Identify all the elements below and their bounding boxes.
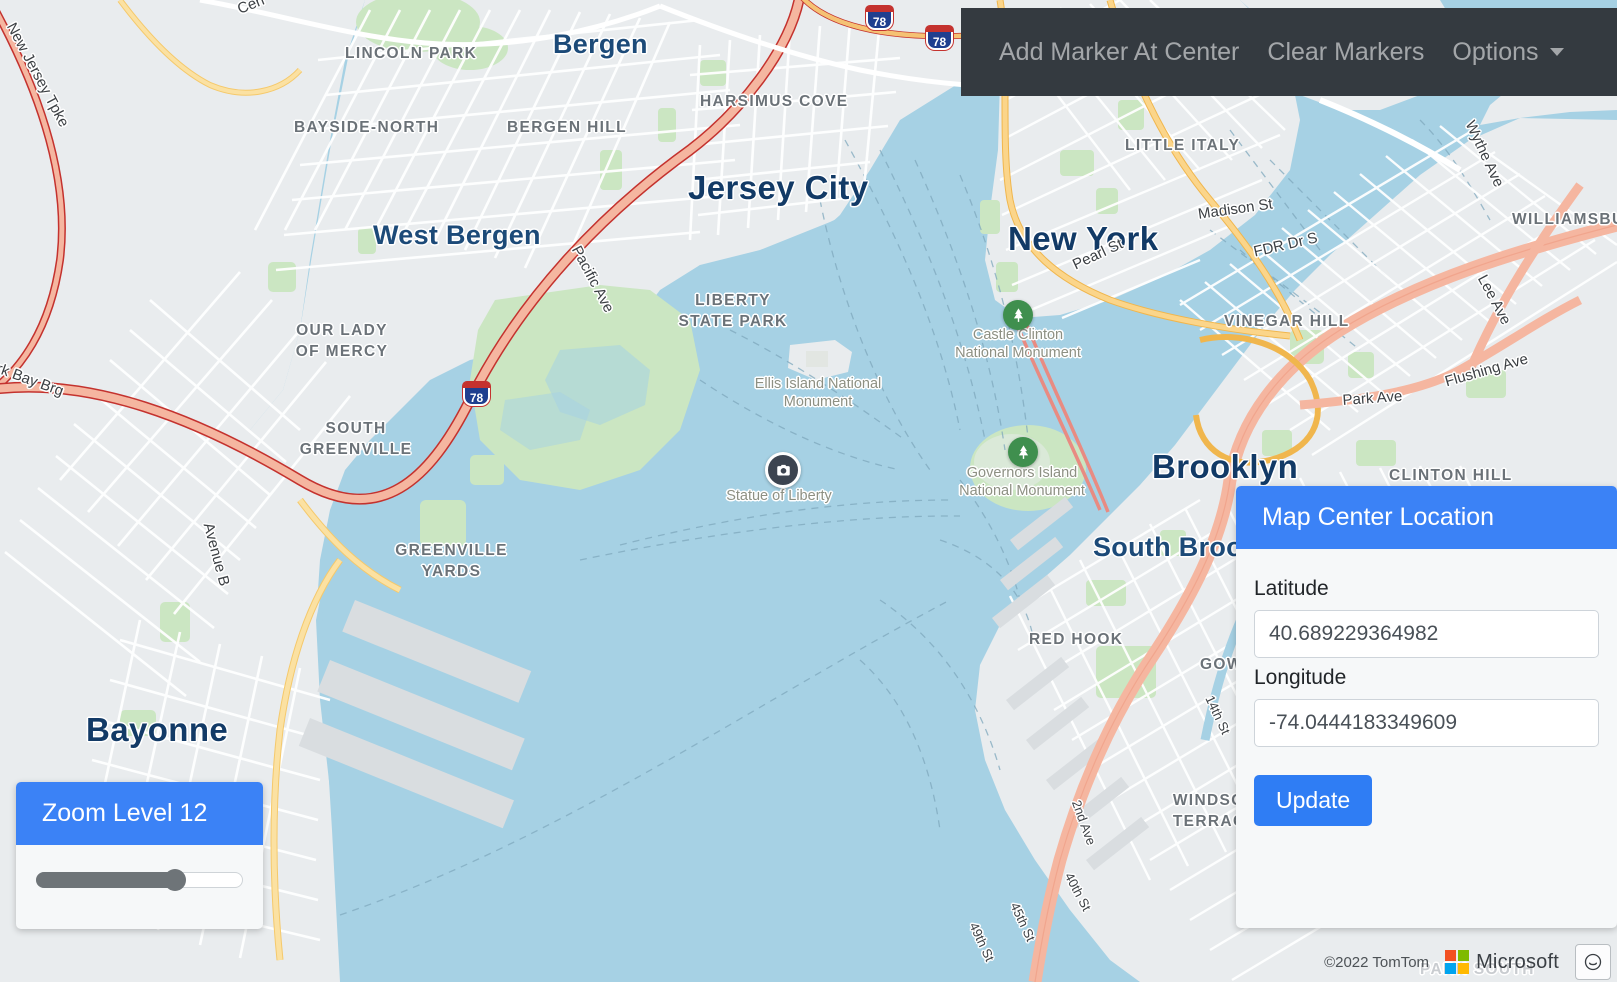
chevron-down-icon	[1549, 48, 1564, 56]
nav-label: Options	[1452, 37, 1539, 66]
latitude-input[interactable]	[1254, 610, 1599, 658]
camera-icon[interactable]	[765, 452, 801, 488]
park-tree-icon[interactable]	[1008, 437, 1038, 467]
update-button[interactable]: Update	[1254, 775, 1373, 826]
nav-clear-markers[interactable]: Clear Markers	[1267, 38, 1424, 67]
park-tree-icon[interactable]	[1003, 300, 1033, 330]
nav-options-dropdown[interactable]: Options	[1452, 37, 1564, 67]
nav-add-marker-at-center[interactable]: Add Marker At Center	[999, 38, 1239, 67]
nav-label: Clear Markers	[1267, 37, 1425, 66]
zoom-slider-wrapper[interactable]	[36, 869, 243, 891]
top-navbar: Add Marker At Center Clear Markers Optio…	[961, 8, 1617, 96]
longitude-input[interactable]	[1254, 699, 1599, 747]
map-center-location-panel: Map Center Location Latitude Longitude U…	[1236, 486, 1617, 928]
nav-label: Add Marker At Center	[999, 37, 1240, 66]
zoom-level-panel: Zoom Level 12	[16, 782, 263, 929]
panel-title: Map Center Location	[1236, 486, 1617, 549]
map-application: Jersey City New York Brooklyn Bayonne Be…	[0, 0, 1617, 982]
latitude-label: Latitude	[1254, 577, 1329, 600]
zoom-panel-title: Zoom Level 12	[16, 782, 263, 845]
feedback-smiley-icon[interactable]	[1575, 944, 1611, 980]
longitude-label: Longitude	[1254, 666, 1347, 689]
